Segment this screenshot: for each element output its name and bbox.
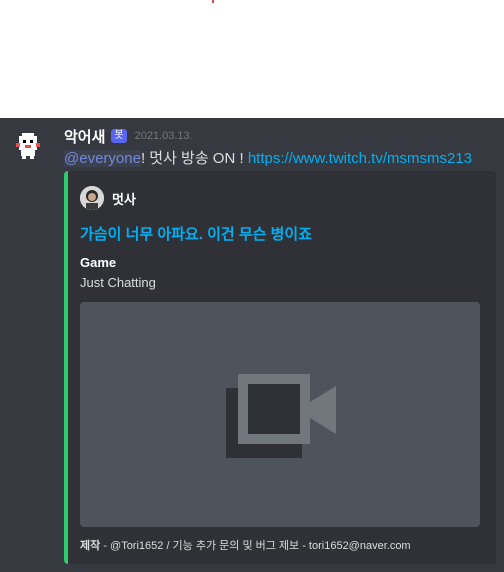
username[interactable]: 악어새 xyxy=(64,126,105,147)
chat-area: 악어새 봇 2021.03.13. @everyone! 멋사 방송 ON ! … xyxy=(0,118,504,572)
embed-author: 멋사 xyxy=(80,186,136,210)
video-camera-icon xyxy=(226,374,336,458)
twitch-link[interactable]: https://www.twitch.tv/msmsms213 xyxy=(248,150,472,167)
message-content: @everyone! 멋사 방송 ON ! https://www.twitch… xyxy=(64,147,472,168)
embed-card: 멋사 가슴이 너무 아파요. 이건 무슨 병이죠 Game Just Chatt… xyxy=(64,171,496,564)
embed-title[interactable]: 가슴이 너무 아파요. 이건 무슨 병이죠 xyxy=(80,223,312,244)
embed-footer: 제작 - @Tori1652 / 기능 추가 문의 및 버그 제보 - tori… xyxy=(80,537,411,553)
author-avatar xyxy=(80,186,104,210)
embed-field-value: Just Chatting xyxy=(80,275,156,290)
red-dot-marker xyxy=(212,0,214,3)
footer-prefix: 제작 xyxy=(80,540,101,552)
embed-author-name[interactable]: 멋사 xyxy=(112,189,136,208)
timestamp: 2021.03.13. xyxy=(134,130,193,142)
embed-field-name: Game xyxy=(80,255,117,270)
video-placeholder[interactable] xyxy=(80,302,480,527)
everyone-mention[interactable]: @everyone xyxy=(64,150,141,167)
bot-avatar[interactable] xyxy=(12,130,44,162)
message-header: 악어새 봇 2021.03.13. xyxy=(64,125,193,147)
bot-tag: 봇 xyxy=(111,129,127,143)
message-text: ! 멋사 방송 ON ! xyxy=(140,150,248,167)
footer-text: - @Tori1652 / 기능 추가 문의 및 버그 제보 - tori165… xyxy=(100,540,411,552)
